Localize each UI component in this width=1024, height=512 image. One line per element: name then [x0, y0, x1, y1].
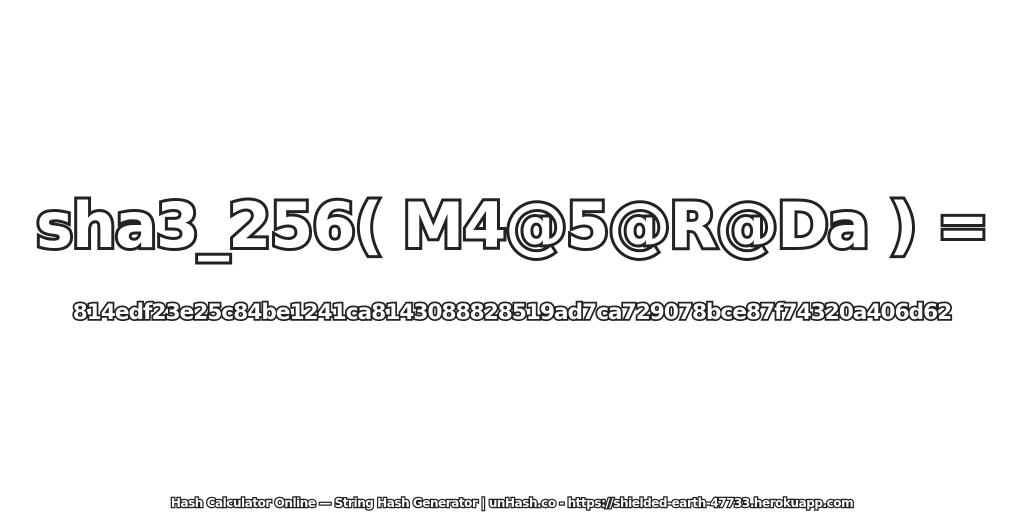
hash-value: 814edf23e25c84be1241ca8143088828519ad7ca… — [71, 298, 954, 327]
hash-expression: sha3_256( M4@5@R@Da ) = — [33, 186, 992, 265]
hash-result-card: sha3_256( M4@5@R@Da ) = 814edf23e25c84be… — [0, 0, 1024, 512]
footer-link[interactable]: Hash Calculator Online — String Hash Gen… — [170, 495, 855, 512]
footer-credit: Hash Calculator Online — String Hash Gen… — [0, 494, 1024, 512]
